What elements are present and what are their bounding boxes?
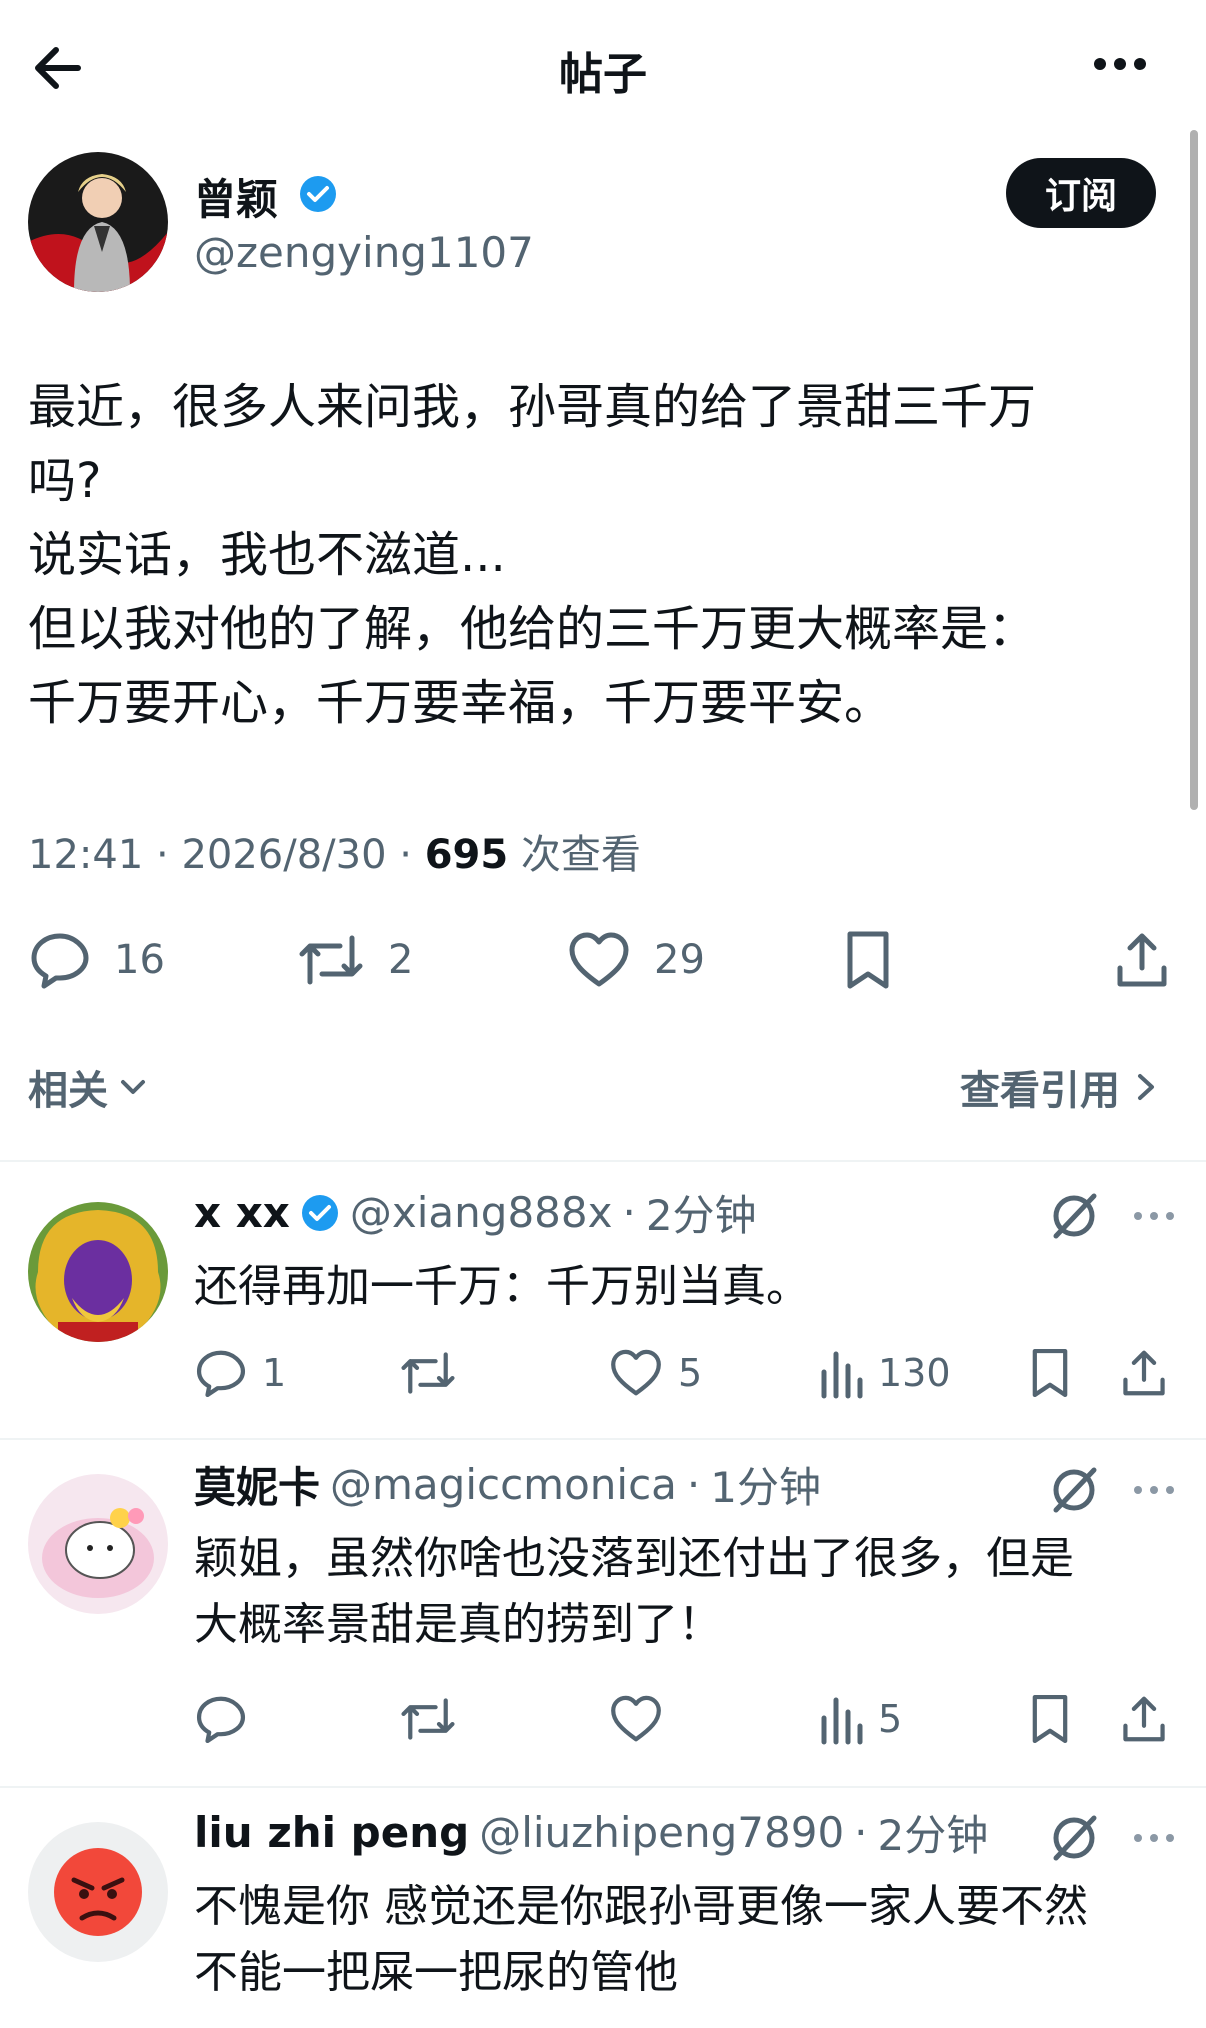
more-icon[interactable] <box>1130 1206 1178 1226</box>
views-button[interactable]: 5 <box>818 1692 902 1746</box>
reply-header: 莫妮卡 @magiccmonica · 1分钟 <box>194 1454 821 1515</box>
reply-author-name[interactable]: liu zhi peng <box>194 1808 469 1857</box>
reply-time: 2分钟 <box>877 1811 989 1860</box>
reply-handle[interactable]: @xiang888x <box>350 1188 613 1237</box>
grok-icon[interactable] <box>1048 1190 1100 1242</box>
reply-text: 不愧是你 感觉还是你跟孙哥更像一家人要不然 不能一把屎一把尿的管他 <box>194 1881 1088 1998</box>
related-dropdown[interactable]: 相关 <box>28 1058 150 1116</box>
verified-badge-icon <box>298 174 338 214</box>
reply-icon <box>28 928 92 992</box>
bookmark-icon <box>1024 1346 1076 1400</box>
reply-avatar[interactable] <box>28 1474 168 1614</box>
share-button[interactable] <box>1118 1692 1170 1746</box>
retweet-button[interactable]: 2 <box>296 928 413 992</box>
like-count: 29 <box>654 937 705 983</box>
reply-author-name[interactable]: 莫妮卡 <box>194 1454 320 1515</box>
post-time: 12:41 <box>28 832 144 878</box>
like-button[interactable]: 29 <box>566 928 705 992</box>
reply-item[interactable]: liu zhi peng @liuzhipeng7890 · 2分钟 不愧是你 … <box>0 1786 1206 2028</box>
verified-badge-icon <box>300 1193 340 1233</box>
reply-button[interactable]: 16 <box>28 928 165 992</box>
retweet-icon <box>398 1346 458 1400</box>
more-icon[interactable] <box>1130 1828 1178 1848</box>
share-icon <box>1118 1692 1170 1746</box>
like-button[interactable]: 5 <box>608 1346 702 1400</box>
related-label: 相关 <box>28 1068 108 1114</box>
reply-handle[interactable]: @liuzhipeng7890 <box>479 1808 844 1857</box>
like-button[interactable] <box>608 1692 664 1746</box>
reply-count: 1 <box>262 1351 287 1395</box>
view-quotes-link[interactable]: 查看引用 <box>960 1058 1160 1116</box>
subscribe-button[interactable]: 订阅 <box>1006 158 1156 228</box>
bookmark-icon <box>1024 1692 1076 1746</box>
separator-dot: · <box>854 1808 868 1857</box>
reply-item[interactable]: x xx @xiang888x · 2分钟 还得再加一千万：千万别当真。 1 5… <box>0 1160 1206 1440</box>
retweet-count: 2 <box>388 937 414 983</box>
reply-handle[interactable]: @magiccmonica <box>330 1460 677 1509</box>
share-icon <box>1112 928 1172 992</box>
separator-dot: · <box>686 1460 701 1509</box>
reply-item[interactable]: 莫妮卡 @magiccmonica · 1分钟 颖姐，虽然你啥也没落到还付出了很… <box>0 1438 1206 1786</box>
reply-time: 2分钟 <box>645 1191 757 1240</box>
views-count: 5 <box>878 1697 903 1741</box>
view-quotes-label: 查看引用 <box>960 1068 1120 1114</box>
grok-icon[interactable] <box>1048 1464 1100 1516</box>
bookmark-icon <box>838 928 898 992</box>
more-icon[interactable] <box>1088 36 1152 92</box>
share-button[interactable] <box>1112 928 1172 992</box>
more-icon[interactable] <box>1130 1480 1178 1500</box>
reply-count: 16 <box>114 937 165 983</box>
share-icon <box>1118 1346 1170 1400</box>
reply-text: 颖姐，虽然你啥也没落到还付出了很多，但是 大概率景甜是真的捞到了！ <box>194 1533 1074 1650</box>
retweet-icon <box>398 1692 458 1746</box>
bookmark-button[interactable] <box>1024 1692 1076 1746</box>
angry-emoji-icon <box>54 1848 142 1936</box>
reply-text: 还得再加一千万：千万别当真。 <box>194 1261 810 1312</box>
chevron-down-icon <box>116 1070 150 1104</box>
post-views-count: 695 <box>424 832 509 878</box>
reply-icon <box>194 1692 248 1746</box>
post-views-label: 次查看 <box>520 832 641 878</box>
author-avatar[interactable] <box>28 152 168 292</box>
scrollbar[interactable] <box>1190 130 1198 810</box>
reply-avatar[interactable] <box>28 1822 168 1962</box>
views-icon <box>818 1346 864 1400</box>
retweet-button[interactable] <box>398 1346 458 1400</box>
share-button[interactable] <box>1118 1346 1170 1400</box>
views-button[interactable]: 130 <box>818 1346 951 1400</box>
reply-author-name[interactable]: x xx <box>194 1188 290 1237</box>
views-icon <box>818 1692 864 1746</box>
post-meta: 12:41 · 2026/8/30 · 695 次查看 <box>28 832 641 878</box>
post-text: 最近，很多人来问我，孙哥真的给了景甜三千万 吗? 说实话，我也不滋道... 但以… <box>28 379 1037 731</box>
retweet-icon <box>296 928 366 992</box>
author-handle[interactable]: @zengying1107 <box>194 228 534 277</box>
grok-icon[interactable] <box>1048 1812 1100 1864</box>
separator-dot: · <box>622 1188 636 1237</box>
reply-button[interactable] <box>194 1692 248 1746</box>
reply-header: liu zhi peng @liuzhipeng7890 · 2分钟 <box>194 1802 988 1863</box>
page-title: 帖子 <box>559 49 647 100</box>
reply-header: x xx @xiang888x · 2分钟 <box>194 1182 757 1243</box>
post-date: 2026/8/30 <box>181 832 387 878</box>
author-name[interactable]: 曾颖 <box>194 166 278 227</box>
retweet-button[interactable] <box>398 1692 458 1746</box>
like-icon <box>566 928 632 992</box>
like-count: 5 <box>678 1351 703 1395</box>
bookmark-button[interactable] <box>1024 1346 1076 1400</box>
like-icon <box>608 1346 664 1400</box>
reply-icon <box>194 1346 248 1400</box>
reply-avatar[interactable] <box>28 1202 168 1342</box>
views-count: 130 <box>878 1351 951 1395</box>
like-icon <box>608 1692 664 1746</box>
chevron-right-icon <box>1130 1070 1160 1104</box>
bookmark-button[interactable] <box>838 928 898 992</box>
reply-button[interactable]: 1 <box>194 1346 286 1400</box>
reply-time: 1分钟 <box>710 1463 821 1512</box>
